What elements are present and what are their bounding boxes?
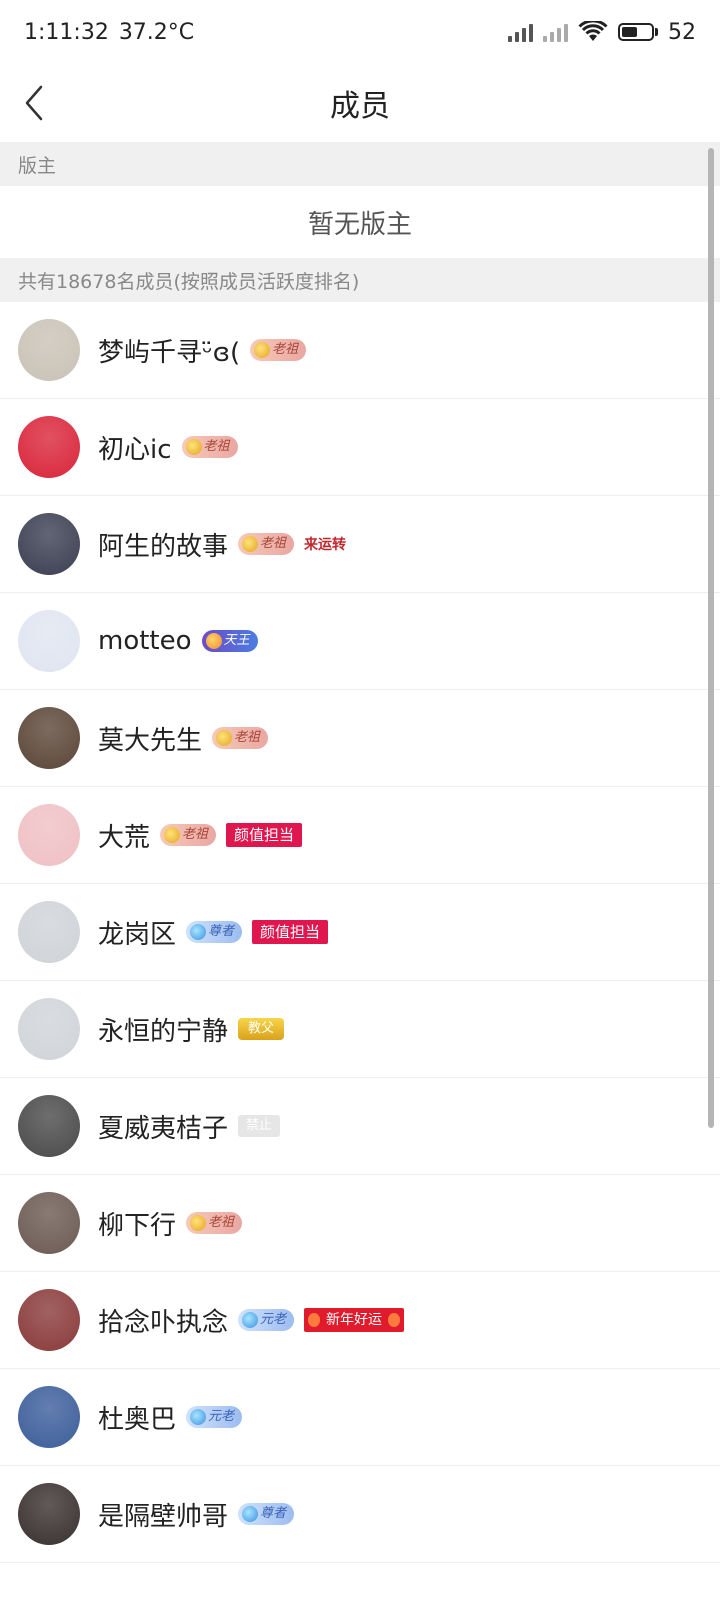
status-temperature: 37.2°C [118,19,195,45]
status-right: 52 [508,20,696,45]
level-badge: 元老 [186,1406,243,1428]
member-tag: 新年好运 [304,1308,405,1332]
page-title: 成员 [330,89,390,124]
avatar[interactable] [18,707,80,769]
avatar[interactable] [18,1192,80,1254]
member-row[interactable]: 龙岗区 尊者 颜值担当 [0,884,720,981]
member-row[interactable]: 永恒的宁静 教父 [0,981,720,1078]
member-list-scroll[interactable]: 版主 暂无版主 共有18678名成员(按照成员活跃度排名) 梦屿千寻ᵕ̈ɞ( 老… [0,142,720,1600]
level-badge: 老祖 [160,824,217,846]
avatar[interactable] [18,1483,80,1545]
status-left: 1:11:32 37.2°C [24,20,194,45]
status-time: 1:11:32 [24,19,109,45]
member-name: 阿生的故事 [98,531,229,562]
level-badge: 老祖 [250,339,307,361]
battery-level: 52 [668,19,696,45]
level-badge: 老祖 [181,436,238,458]
member-name: 拾念卟执念 [98,1307,229,1338]
level-badge: 天王 [201,630,258,652]
moderators-empty-text: 暂无版主 [0,186,720,258]
level-badge: 老祖 [186,1212,243,1234]
avatar[interactable] [18,998,80,1060]
avatar[interactable] [18,901,80,963]
member-row[interactable]: 柳下行 老祖 [0,1175,720,1272]
avatar[interactable] [18,804,80,866]
member-tag: 来运转 [304,537,347,553]
member-name: 莫大先生 [98,725,203,756]
avatar[interactable] [18,1095,80,1157]
member-name: 是隔壁帅哥 [98,1501,229,1532]
level-badge: 尊者 [238,1503,295,1525]
signal-off-icon [543,22,568,42]
battery-icon [618,23,658,41]
scrollbar[interactable] [708,148,714,1128]
avatar[interactable] [18,416,80,478]
member-row[interactable]: 梦屿千寻ᵕ̈ɞ( 老祖 [0,302,720,399]
member-tag: 颜值担当 [226,823,303,847]
member-row[interactable]: motteo 天王 [0,593,720,690]
members-section-header: 共有18678名成员(按照成员活跃度排名) [0,258,720,302]
member-row[interactable]: 拾念卟执念 元老 新年好运 [0,1272,720,1369]
level-badge: 元老 [238,1309,295,1331]
level-badge: 老祖 [212,727,269,749]
member-row[interactable]: 夏威夷桔子 禁止 [0,1078,720,1175]
avatar[interactable] [18,513,80,575]
member-name: 夏威夷桔子 [98,1113,229,1144]
member-row[interactable]: 初心ic 老祖 [0,399,720,496]
level-badge: 尊者 [186,921,243,943]
signal-icon [508,22,533,42]
member-name: 龙岗区 [98,919,177,950]
level-badge: 教父 [238,1018,285,1040]
avatar[interactable] [18,319,80,381]
member-tag: 颜值担当 [252,920,329,944]
member-row[interactable]: 阿生的故事 老祖 来运转 [0,496,720,593]
member-row[interactable]: 莫大先生 老祖 [0,690,720,787]
member-row[interactable]: 是隔壁帅哥 尊者 [0,1466,720,1563]
member-name: motteo [98,626,192,656]
nav-bar: 成员 [0,64,720,142]
moderators-section-header: 版主 [0,142,720,186]
avatar[interactable] [18,610,80,672]
status-bar: 1:11:32 37.2°C 52 [0,0,720,64]
member-list: 梦屿千寻ᵕ̈ɞ( 老祖 初心ic 老祖 阿生的故事 老祖 来运转 motteo … [0,302,720,1563]
back-button[interactable] [14,80,54,126]
level-badge: 禁止 [238,1115,281,1137]
avatar[interactable] [18,1289,80,1351]
chevron-left-icon [25,85,43,121]
member-name: 杜奥巴 [98,1404,177,1435]
avatar[interactable] [18,1386,80,1448]
member-name: 大荒 [98,822,151,853]
member-name: 梦屿千寻ᵕ̈ɞ( [98,337,241,368]
level-badge: 老祖 [238,533,295,555]
member-name: 柳下行 [98,1210,177,1241]
member-name: 永恒的宁静 [98,1016,229,1047]
member-name: 初心ic [98,434,172,465]
member-row[interactable]: 大荒 老祖 颜值担当 [0,787,720,884]
wifi-icon [578,21,608,41]
member-row[interactable]: 杜奥巴 元老 [0,1369,720,1466]
